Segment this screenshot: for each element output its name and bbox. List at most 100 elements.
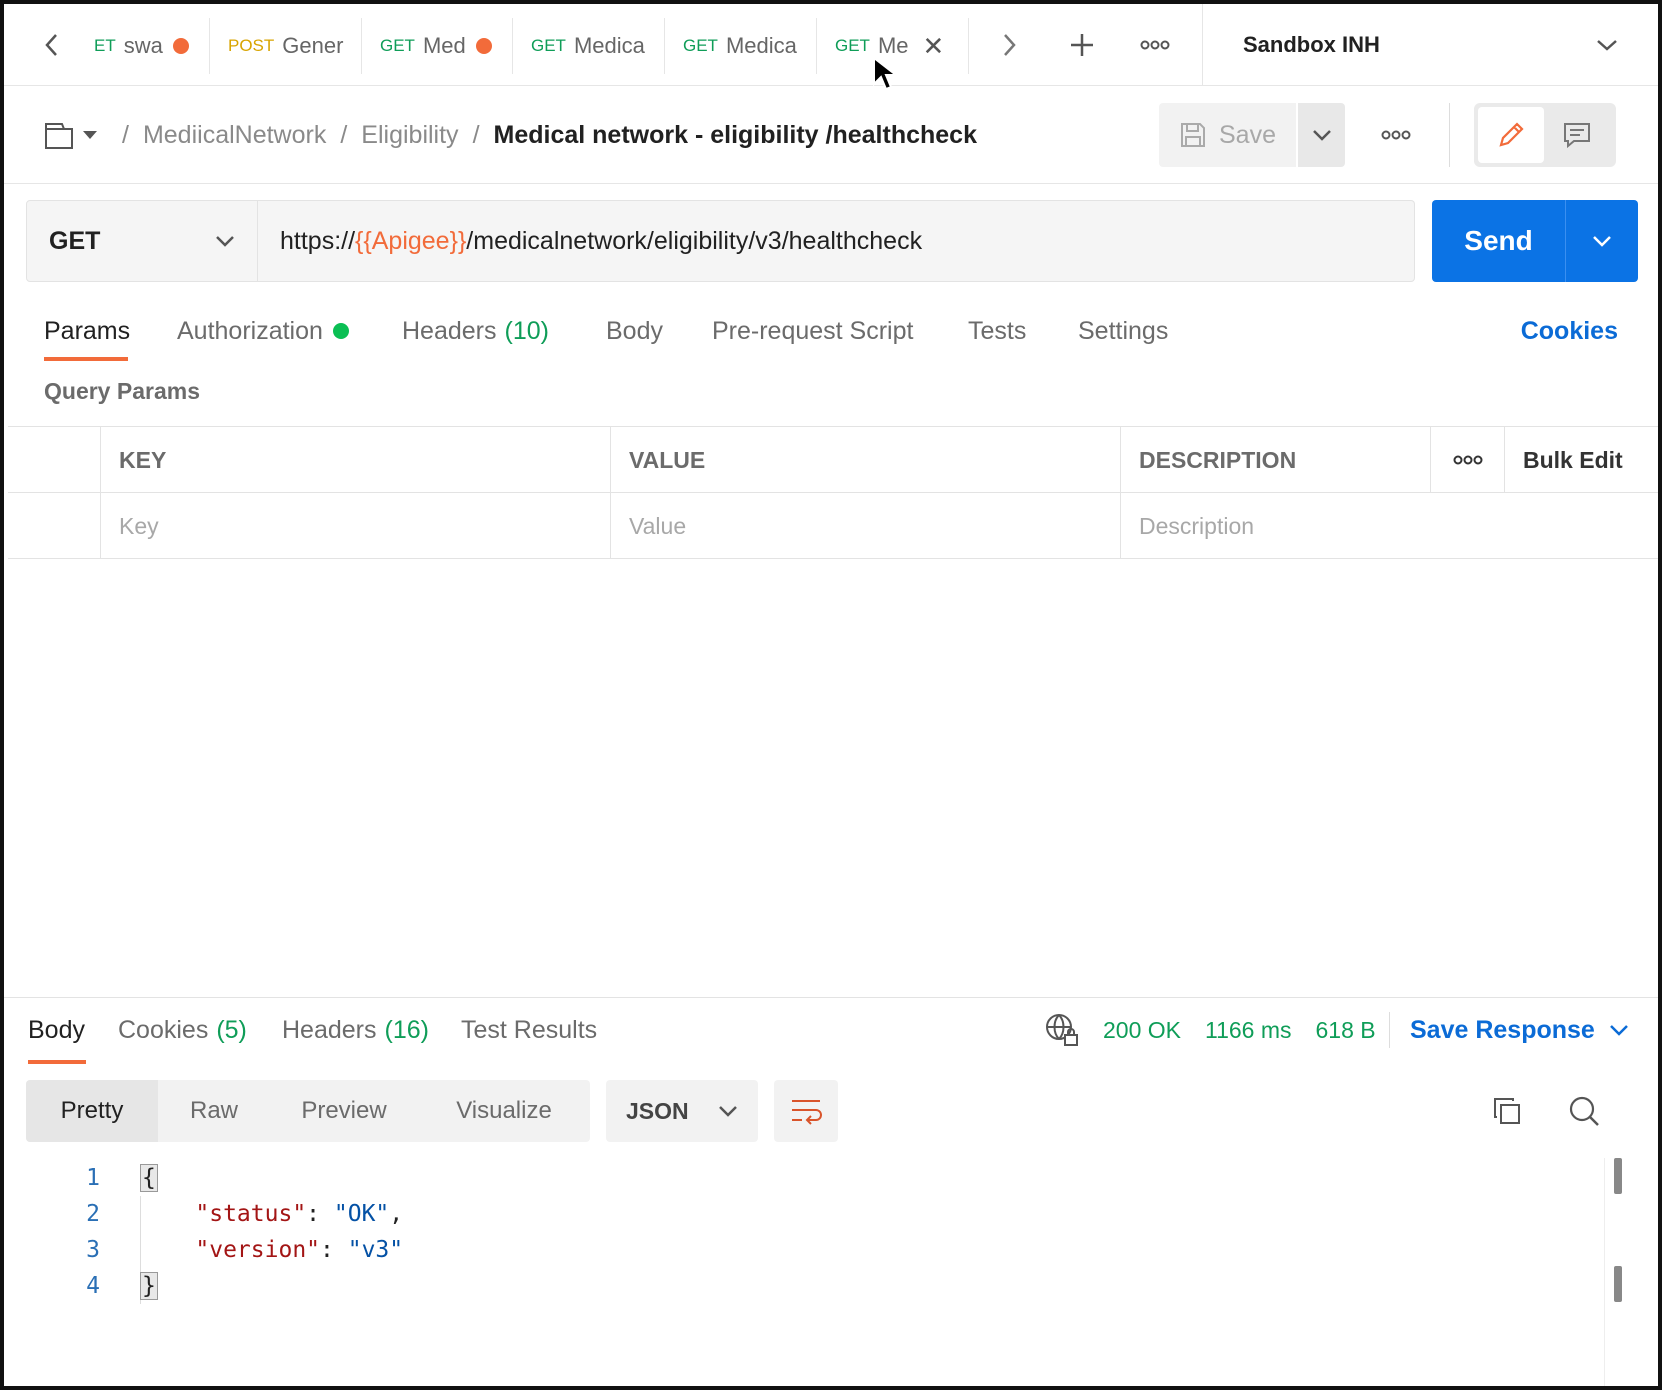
response-tab-cookies[interactable]: Cookies (5) [118, 998, 247, 1062]
response-tabs: Body Cookies (5) Headers (16) Test Results… [4, 998, 1658, 1064]
save-button[interactable]: Save [1159, 103, 1296, 167]
line-number: 2 [86, 1201, 100, 1227]
plus-icon [1071, 34, 1093, 56]
wrap-lines-button[interactable] [774, 1080, 838, 1142]
tab-headers[interactable]: Headers (10) [402, 300, 549, 362]
table-header-row: KEY VALUE DESCRIPTION Bulk Edit [8, 427, 1658, 493]
scroll-marker [1614, 1158, 1622, 1194]
environment-selector[interactable]: Sandbox INH [1202, 4, 1658, 86]
response-stats: 200 OK 1166 ms 618 B [1103, 998, 1400, 1062]
tab-prerequest-script[interactable]: Pre-request Script [712, 300, 913, 362]
json-value: "OK" [333, 1201, 390, 1227]
request-tab[interactable]: GET Medica [665, 18, 817, 74]
tab-name: Medica [573, 33, 645, 58]
scroll-tabs-right-button[interactable] [969, 4, 1049, 86]
json-key: "version" [195, 1237, 321, 1263]
close-tab-icon[interactable]: ✕ [923, 33, 945, 59]
tab-method: ET [94, 36, 116, 55]
status-code[interactable]: 200 OK [1103, 1017, 1181, 1044]
request-tab[interactable]: ET swa [92, 18, 210, 74]
request-name[interactable]: Medical network - eligibility /healthche… [494, 121, 977, 150]
active-tab-indicator [28, 1060, 86, 1064]
response-body-code[interactable]: 1 { 2 "status": "OK", 3 "version": "v3" … [4, 1160, 1604, 1320]
response-tab-body[interactable]: Body [28, 998, 85, 1062]
tab-label: Cookies [118, 1015, 209, 1044]
chevron-left-icon [45, 34, 57, 56]
cookies-link[interactable]: Cookies [1521, 300, 1618, 362]
scroll-marker [1614, 1266, 1622, 1302]
request-tab[interactable]: GET Med [362, 18, 513, 74]
chevron-right-icon [1004, 34, 1016, 56]
value-input[interactable]: Value [610, 493, 1120, 559]
tab-method: GET [380, 36, 415, 55]
url-input[interactable]: https://{{Apigee}}/medicalnetwork/eligib… [258, 200, 1415, 282]
environment-name: Sandbox INH [1243, 32, 1380, 57]
line-number: 3 [86, 1237, 100, 1263]
view-raw[interactable]: Raw [158, 1080, 270, 1142]
request-tabs: Params Authorization Headers (10) Body Pr… [4, 300, 1658, 362]
postman-window: ET swa POST Gener GET Med GET Medica GET… [0, 0, 1662, 1390]
chevron-down-icon [1597, 40, 1617, 51]
tab-label: Pre-request Script [712, 316, 914, 345]
tab-label: Authorization [177, 316, 323, 345]
response-scrollbar[interactable] [1604, 1158, 1634, 1386]
tab-body[interactable]: Body [606, 300, 663, 362]
view-preview[interactable]: Preview [270, 1080, 418, 1142]
tab-params[interactable]: Params [44, 300, 130, 362]
unsaved-dot-icon [475, 38, 492, 54]
copy-button[interactable] [1482, 1086, 1532, 1136]
view-pretty[interactable]: Pretty [26, 1080, 158, 1142]
response-size[interactable]: 618 B [1316, 1017, 1376, 1044]
edit-mode-button[interactable] [1478, 107, 1544, 163]
line-number: 1 [86, 1165, 100, 1191]
method-select[interactable]: GET [26, 200, 258, 282]
search-button[interactable] [1559, 1086, 1609, 1136]
scroll-tabs-left-button[interactable] [12, 4, 92, 86]
breadcrumb-collection[interactable]: MediicalNetwork [143, 121, 326, 150]
breadcrumb-folder[interactable]: Eligibility [361, 121, 458, 150]
new-tab-button[interactable] [1049, 4, 1115, 86]
request-tab[interactable]: GET Medica [513, 18, 665, 74]
bulk-edit-button[interactable]: Bulk Edit [1504, 427, 1658, 493]
chevron-down-icon [216, 236, 234, 247]
save-button-group: Save [1159, 103, 1345, 167]
tab-label: Headers [402, 316, 497, 345]
response-tab-headers[interactable]: Headers (16) [282, 998, 429, 1062]
format-select[interactable]: JSON [606, 1080, 758, 1142]
description-input[interactable]: Description [1120, 493, 1658, 559]
response-time[interactable]: 1166 ms [1205, 1017, 1292, 1044]
comments-button[interactable] [1544, 107, 1610, 163]
line-number: 4 [86, 1273, 100, 1299]
key-input[interactable]: Key [100, 493, 610, 559]
copy-icon [1494, 1098, 1520, 1124]
request-options-button[interactable] [1368, 103, 1424, 167]
send-options-button[interactable] [1566, 200, 1638, 282]
save-icon [1181, 123, 1205, 147]
send-button[interactable]: Send [1432, 200, 1566, 282]
divider [1389, 1012, 1390, 1048]
tab-tests[interactable]: Tests [968, 300, 1026, 362]
view-visualize[interactable]: Visualize [418, 1080, 590, 1142]
response-tab-test-results[interactable]: Test Results [461, 998, 597, 1062]
active-tab-indicator [44, 357, 128, 361]
tab-authorization[interactable]: Authorization [177, 300, 349, 362]
tab-name: Med [422, 33, 466, 58]
collection-icon[interactable] [44, 120, 98, 150]
code-line: 2 "status": "OK", [4, 1196, 1604, 1232]
tab-settings[interactable]: Settings [1078, 300, 1168, 362]
format-value: JSON [626, 1097, 689, 1124]
tab-options-button[interactable] [1122, 4, 1188, 86]
column-options-button[interactable] [1430, 427, 1504, 493]
tab-label: Headers [282, 1015, 377, 1044]
response-view-toggle: Pretty Raw Preview Visualize [26, 1080, 590, 1142]
tab-method: GET [531, 36, 566, 55]
request-tab[interactable]: POST Gener [210, 18, 362, 74]
close-brace: } [140, 1272, 158, 1300]
code-line: 1 { [4, 1160, 1604, 1196]
save-response-button[interactable]: Save Response [1410, 998, 1629, 1062]
code-line: 3 "version": "v3" [4, 1232, 1604, 1268]
network-globe-icon[interactable] [1044, 1012, 1080, 1048]
tab-name: swa [123, 33, 163, 58]
save-options-button[interactable] [1298, 103, 1345, 167]
code-line: 4 } [4, 1268, 1604, 1304]
